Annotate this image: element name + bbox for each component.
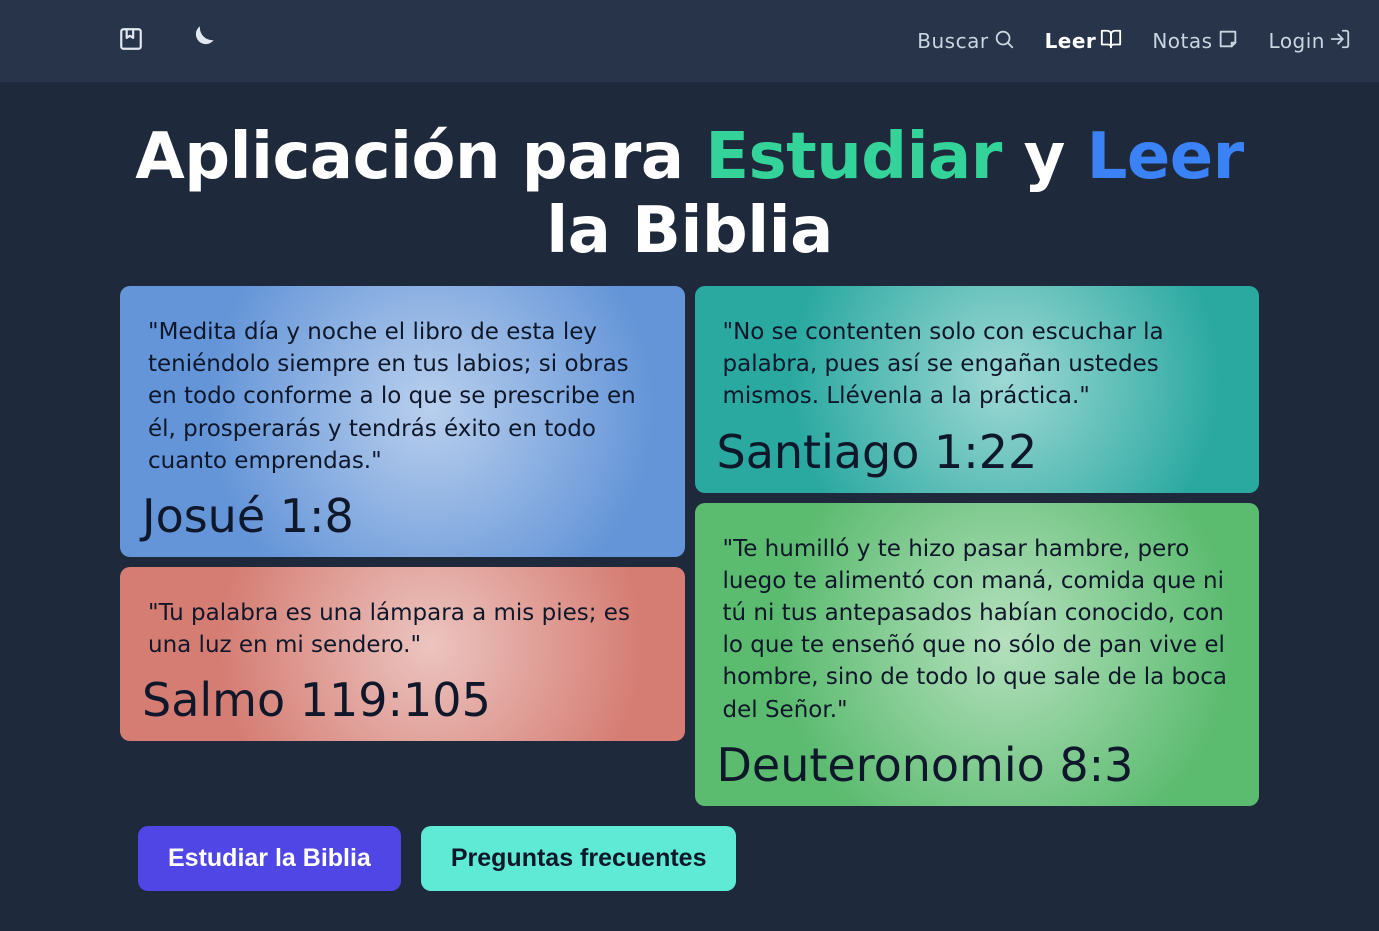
nav-read[interactable]: Leer: [1045, 28, 1123, 55]
title-part3: la Biblia: [546, 194, 833, 268]
title-part1: Aplicación para: [135, 120, 705, 194]
verse-card[interactable]: "Medita día y noche el libro de esta ley…: [120, 286, 685, 557]
verse-ref: Josué 1:8: [142, 489, 663, 543]
verse-text: "Te humilló y te hizo pasar hambre, pero…: [717, 525, 1238, 726]
faq-button[interactable]: Preguntas frecuentes: [421, 826, 737, 891]
bookmark-book-icon[interactable]: [118, 26, 144, 56]
study-button[interactable]: Estudiar la Biblia: [138, 826, 401, 891]
main-content: Aplicación para Estudiar y Leer la Bibli…: [0, 82, 1379, 931]
action-buttons: Estudiar la Biblia Preguntas frecuentes: [120, 826, 1259, 891]
verse-text: "Medita día y noche el libro de esta ley…: [142, 308, 663, 477]
verse-text: "No se contenten solo con escuchar la pa…: [717, 308, 1238, 413]
page-title: Aplicación para Estudiar y Leer la Bibli…: [120, 120, 1259, 268]
verse-ref: Deuteronomio 8:3: [717, 738, 1238, 792]
verse-ref: Salmo 119:105: [142, 673, 663, 727]
title-part2: y: [1002, 120, 1087, 194]
left-column: "Medita día y noche el libro de esta ley…: [120, 286, 685, 806]
nav-notes-label: Notas: [1152, 29, 1212, 53]
search-icon: [993, 28, 1015, 55]
nav-notes[interactable]: Notas: [1152, 28, 1238, 55]
header-left: [118, 22, 218, 60]
verse-cards: "Medita día y noche el libro de esta ley…: [120, 286, 1259, 806]
sticky-note-icon: [1217, 28, 1239, 55]
login-icon: [1329, 28, 1351, 55]
open-book-icon: [1100, 28, 1122, 55]
verse-ref: Santiago 1:22: [717, 425, 1238, 479]
verse-card[interactable]: "Te humilló y te hizo pasar hambre, pero…: [695, 503, 1260, 806]
verse-text: "Tu palabra es una lámpara a mis pies; e…: [142, 589, 663, 661]
verse-card[interactable]: "No se contenten solo con escuchar la pa…: [695, 286, 1260, 493]
nav-search-label: Buscar: [917, 29, 988, 53]
nav-login-label: Login: [1269, 29, 1325, 53]
verse-card[interactable]: "Tu palabra es una lámpara a mis pies; e…: [120, 567, 685, 741]
nav-read-label: Leer: [1045, 29, 1097, 53]
title-highlight2: Leer: [1087, 120, 1244, 194]
nav-search[interactable]: Buscar: [917, 28, 1014, 55]
main-nav: Buscar Leer Notas: [917, 28, 1351, 55]
right-column: "No se contenten solo con escuchar la pa…: [695, 286, 1260, 806]
nav-login[interactable]: Login: [1269, 28, 1351, 55]
title-highlight1: Estudiar: [705, 120, 1001, 194]
moon-icon[interactable]: [184, 22, 218, 60]
app-header: Buscar Leer Notas: [0, 0, 1379, 82]
